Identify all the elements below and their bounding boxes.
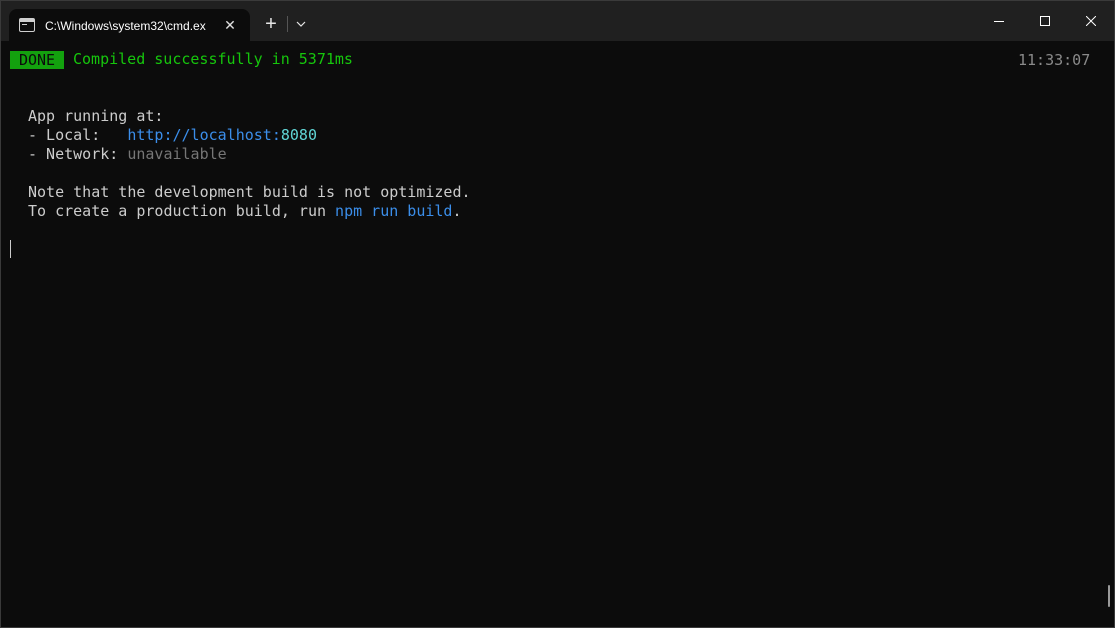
tab-cmd[interactable]: C:\Windows\system32\cmd.ex ✕	[9, 9, 250, 41]
window-close-icon[interactable]	[1068, 1, 1114, 41]
network-line: - Network: unavailable	[28, 145, 227, 164]
done-badge: DONE	[10, 51, 64, 69]
tab-divider	[287, 16, 288, 32]
plus-icon[interactable]: +	[259, 11, 283, 37]
local-port[interactable]: 8080	[281, 126, 317, 144]
chevron-down-icon[interactable]	[290, 11, 312, 37]
local-label: - Local:	[28, 126, 128, 144]
terminal-window: C:\Windows\system32\cmd.ex ✕ + DONE Comp…	[0, 0, 1115, 628]
dev-build-note: Note that the development build is not o…	[28, 183, 471, 201]
title-bar[interactable]: C:\Windows\system32\cmd.ex ✕ +	[1, 1, 1114, 41]
close-icon[interactable]: ✕	[220, 15, 240, 35]
compiled-message: Compiled successfully in 5371ms	[73, 50, 353, 68]
minimize-icon[interactable]	[976, 1, 1022, 41]
text-cursor	[10, 240, 11, 258]
prod-build-line: To create a production build, run npm ru…	[28, 202, 461, 221]
network-value: unavailable	[127, 145, 227, 163]
terminal-icon	[19, 18, 35, 32]
network-label: - Network:	[28, 145, 128, 163]
local-url[interactable]: http://localhost:	[127, 126, 281, 144]
app-running-heading: App running at:	[28, 107, 164, 125]
prod-prefix: To create a production build, run	[28, 202, 336, 220]
maximize-icon[interactable]	[1022, 1, 1068, 41]
tab-title: C:\Windows\system32\cmd.ex	[45, 19, 206, 33]
terminal-output[interactable]: DONE Compiled successfully in 5371ms 11:…	[1, 41, 1114, 627]
scrollbar-thumb[interactable]	[1108, 585, 1110, 607]
prod-command: npm run build	[335, 202, 453, 220]
timestamp: 11:33:07	[1018, 51, 1091, 69]
local-line: - Local: http://localhost:8080	[28, 126, 317, 145]
prod-suffix: .	[452, 202, 462, 220]
